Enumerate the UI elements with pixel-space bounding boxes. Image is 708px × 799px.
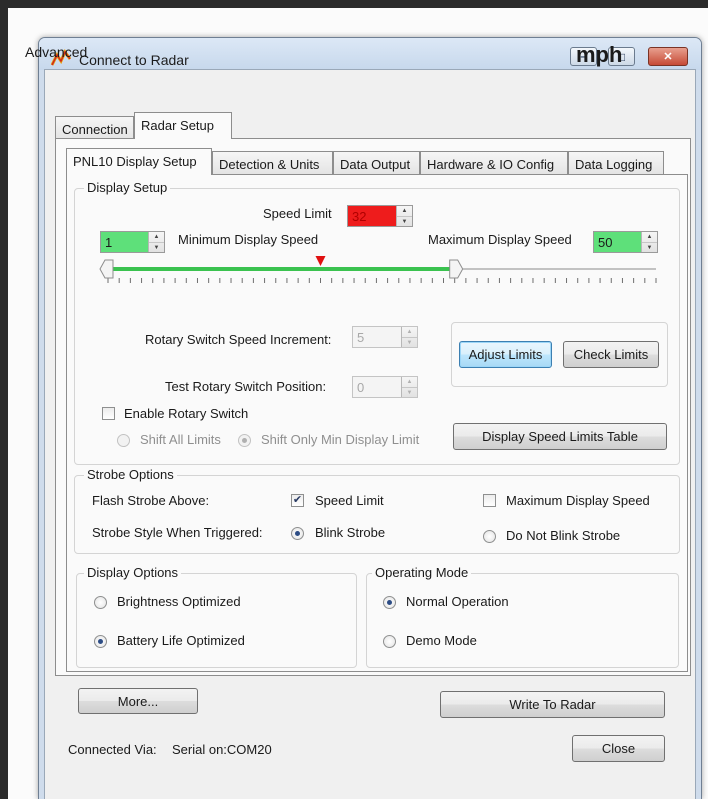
brightness-optimized-label: Brightness Optimized (117, 594, 241, 609)
tab-connection[interactable]: Connection (55, 116, 134, 140)
down-arrow-icon[interactable]: ▼ (642, 242, 657, 253)
speed-limit-arrows[interactable]: ▲ ▼ (396, 206, 412, 226)
down-arrow-icon[interactable]: ▼ (397, 216, 412, 227)
adjust-limits-button[interactable]: Adjust Limits (459, 341, 552, 368)
rotary-increment-label: Rotary Switch Speed Increment: (145, 332, 332, 347)
max-display-speed-spinner[interactable]: 50 ▲ ▼ (593, 231, 658, 253)
down-arrow-icon[interactable]: ▼ (149, 242, 164, 253)
operating-mode-title: Operating Mode (372, 565, 472, 580)
up-arrow-icon[interactable]: ▲ (642, 232, 657, 242)
demo-mode-label: Demo Mode (406, 633, 477, 648)
tab-data-logging[interactable]: Data Logging (568, 151, 664, 175)
tab-pnl10-display-setup[interactable]: PNL10 Display Setup (66, 148, 212, 175)
speed-range-slider[interactable] (96, 254, 662, 294)
connected-via-label: Connected Via: (68, 742, 157, 757)
min-display-arrows[interactable]: ▲ ▼ (148, 232, 164, 252)
slider-selected-range (108, 267, 455, 271)
close-window-button[interactable]: ✕ (648, 47, 688, 66)
rotary-increment-value[interactable]: 5 (353, 327, 401, 347)
up-arrow-icon[interactable]: ▲ (402, 377, 417, 387)
tab-radar-setup[interactable]: Radar Setup (134, 112, 232, 139)
enable-rotary-checkbox[interactable] (102, 407, 115, 420)
max-display-speed-label: Maximum Display Speed (428, 232, 572, 247)
blink-strobe-radio[interactable] (291, 527, 304, 540)
demo-mode-radio[interactable] (383, 635, 396, 648)
down-arrow-icon[interactable]: ▼ (402, 387, 417, 398)
window-title: Connect to Radar (79, 52, 189, 68)
write-to-radar-button[interactable]: Write To Radar (440, 691, 665, 718)
test-rotary-label: Test Rotary Switch Position: (165, 379, 327, 394)
brightness-optimized-radio[interactable] (94, 596, 107, 609)
speed-limit-label: Speed Limit (263, 206, 332, 221)
tab-data-output[interactable]: Data Output (333, 151, 420, 175)
slider-speed-limit-marker (315, 256, 326, 266)
rotary-increment-arrows[interactable]: ▲ ▼ (401, 327, 417, 347)
no-blink-strobe-label: Do Not Blink Strobe (506, 528, 621, 543)
max-display-arrows[interactable]: ▲ ▼ (641, 232, 657, 252)
strobe-max-display-checkbox[interactable] (483, 494, 496, 507)
min-display-speed-value[interactable]: 1 (101, 232, 148, 252)
display-setup-title: Display Setup (84, 180, 171, 195)
min-display-speed-spinner[interactable]: 1 ▲ ▼ (100, 231, 165, 253)
shift-min-limit-radio[interactable] (238, 434, 251, 447)
enable-rotary-label: Enable Rotary Switch (124, 406, 249, 421)
flash-strobe-above-label: Flash Strobe Above: (92, 493, 210, 508)
strobe-max-display-label: Maximum Display Speed (506, 493, 650, 508)
shift-min-limit-label: Shift Only Min Display Limit (261, 432, 420, 447)
menu-advanced[interactable]: Advanced (25, 44, 87, 60)
slider-high-thumb[interactable] (449, 259, 464, 279)
max-display-speed-value[interactable]: 50 (594, 232, 641, 252)
slider-low-thumb[interactable] (99, 259, 114, 279)
test-rotary-value[interactable]: 0 (353, 377, 401, 397)
shift-all-limits-radio[interactable] (117, 434, 130, 447)
display-options-group (76, 573, 357, 668)
more-button[interactable]: More... (78, 688, 198, 714)
blink-strobe-label: Blink Strobe (315, 525, 386, 540)
test-rotary-arrows[interactable]: ▲ ▼ (401, 377, 417, 397)
operating-mode-group (366, 573, 679, 668)
rotary-increment-spinner[interactable]: 5 ▲ ▼ (352, 326, 418, 348)
connected-via-value: Serial on:COM20 (172, 742, 272, 757)
tab-hardware-io-config[interactable]: Hardware & IO Config (420, 151, 568, 175)
close-button[interactable]: Close (572, 735, 665, 762)
no-blink-strobe-radio[interactable] (483, 530, 496, 543)
up-arrow-icon[interactable]: ▲ (149, 232, 164, 242)
display-options-title: Display Options (84, 565, 182, 580)
shift-all-limits-label: Shift All Limits (140, 432, 221, 447)
up-arrow-icon[interactable]: ▲ (402, 327, 417, 337)
test-rotary-spinner[interactable]: 0 ▲ ▼ (352, 376, 418, 398)
check-limits-button[interactable]: Check Limits (563, 341, 659, 368)
battery-life-optimized-radio[interactable] (94, 635, 107, 648)
strobe-options-title: Strobe Options (84, 467, 177, 482)
units-label: mph (576, 42, 623, 67)
normal-operation-radio[interactable] (383, 596, 396, 609)
screen-backdrop (0, 0, 708, 8)
strobe-speed-limit-checkbox[interactable]: ✔ (291, 494, 304, 507)
strobe-speed-limit-label: Speed Limit (315, 493, 384, 508)
strobe-style-label: Strobe Style When Triggered: (92, 525, 263, 540)
down-arrow-icon[interactable]: ▼ (402, 337, 417, 348)
normal-operation-label: Normal Operation (406, 594, 509, 609)
speed-limit-spinner[interactable]: 32 ▲ ▼ (347, 205, 413, 227)
min-display-speed-label: Minimum Display Speed (178, 232, 319, 247)
close-icon: ✕ (663, 51, 673, 63)
tab-detection-units[interactable]: Detection & Units (212, 151, 333, 175)
speed-limit-value[interactable]: 32 (348, 206, 396, 226)
display-speed-limits-table-button[interactable]: Display Speed Limits Table (453, 423, 667, 450)
up-arrow-icon[interactable]: ▲ (397, 206, 412, 216)
battery-life-optimized-label: Battery Life Optimized (117, 633, 245, 648)
